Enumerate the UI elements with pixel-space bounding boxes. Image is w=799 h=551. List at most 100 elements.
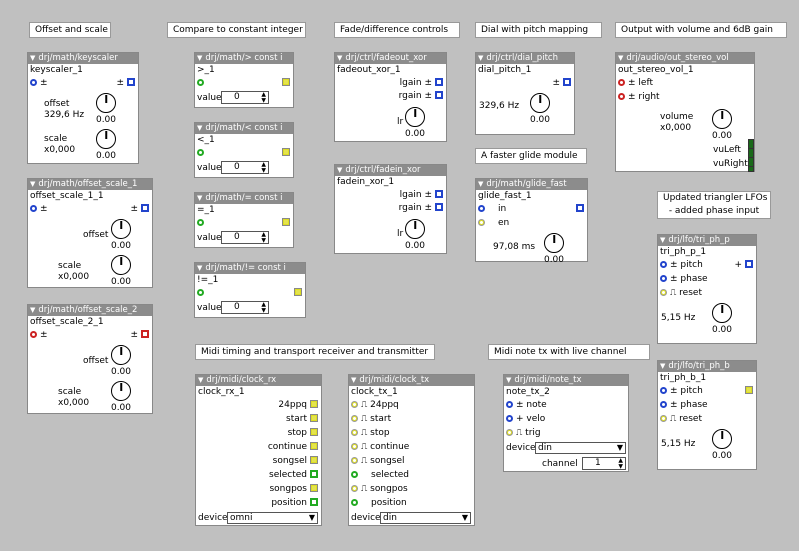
inlet-icon[interactable] [506,401,513,408]
object-header[interactable]: ▼ drj/ctrl/dial_pitch [476,53,574,64]
object-offset-scale-1[interactable]: ▼ drj/math/offset_scale_1 offset_scale_1_… [27,178,153,288]
collapse-icon[interactable]: ▼ [30,180,35,188]
inlet-icon[interactable] [197,289,204,296]
inlet-icon[interactable] [351,429,358,436]
collapse-icon[interactable]: ▼ [198,376,203,384]
object-header[interactable]: ▼ drj/math/!= const i [195,263,305,274]
collapse-icon[interactable]: ▼ [337,166,342,174]
outlet-row[interactable]: + [734,260,753,271]
object-tri-ph-b[interactable]: ▼ drj/lfo/tri_ph_b tri_ph_b_1 ± pitch ± p… [657,360,757,470]
instance-name[interactable]: tri_ph_b_1 [658,372,756,384]
inlet-row[interactable]: ⎍ continue [351,442,409,453]
inlet-icon[interactable] [506,429,513,436]
outlet-icon[interactable] [310,442,318,450]
instance-name[interactable]: tri_ph_p_1 [658,246,756,258]
inlet-icon[interactable] [478,205,485,212]
inlet-icon[interactable] [351,443,358,450]
collapse-icon[interactable]: ▼ [351,376,356,384]
outlet-icon[interactable] [435,91,443,99]
collapse-icon[interactable]: ▼ [197,264,202,272]
outlet-row[interactable]: ± [130,330,149,341]
object-header[interactable]: ▼ drj/math/keyscaler [28,53,138,64]
outlet-icon[interactable] [127,78,135,86]
spinner-arrows-icon[interactable]: ▲ ▼ [261,302,266,314]
phase-row[interactable]: ± phase [660,274,708,285]
inlet-row[interactable]: ⎍ 24ppq [351,400,399,411]
object-header[interactable]: ▼ drj/math/> const i [195,53,293,64]
device-dropdown[interactable]: din ▼ [380,512,471,524]
left-row[interactable]: ± left [618,78,653,89]
pitch-row[interactable]: ± pitch [660,260,703,271]
object-header[interactable]: ▼ drj/math/= const i [195,193,293,204]
outlet-icon[interactable] [282,78,290,86]
inlet-row[interactable]: ⎍ start [351,414,391,425]
collapse-icon[interactable]: ▼ [478,54,483,62]
object-fadein-xor[interactable]: ▼ drj/ctrl/fadein_xor fadein_xor_1 lgain … [334,164,447,254]
outlet-icon[interactable] [310,498,318,506]
instance-name[interactable]: >_1 [195,64,293,76]
instance-name[interactable]: =_1 [195,204,293,216]
instance-name[interactable]: offset_scale_2_1 [28,316,152,328]
inlet-icon[interactable] [351,457,358,464]
inlet-icon[interactable] [478,219,485,226]
outlet-row[interactable]: continue [268,442,318,453]
collapse-icon[interactable]: ▼ [30,306,35,314]
object-header[interactable]: ▼ drj/midi/clock_rx [196,375,321,386]
inlet-row[interactable] [197,218,207,229]
object-glide-fast[interactable]: ▼ drj/math/glide_fast glide_fast_1 in en … [475,178,588,265]
instance-name[interactable]: clock_rx_1 [196,386,321,398]
offset-knob[interactable] [111,345,131,365]
inlet-row[interactable]: selected [351,470,409,481]
inlet-icon[interactable] [618,93,625,100]
inlet-icon[interactable] [197,219,204,226]
inlet-row[interactable] [197,288,207,299]
object-header[interactable]: ▼ drj/lfo/tri_ph_b [658,361,756,372]
object-header[interactable]: ▼ drj/ctrl/fadein_xor [335,165,446,176]
outlet-row[interactable] [291,288,302,299]
inlet-icon[interactable] [660,261,667,268]
scale-knob[interactable] [111,255,131,275]
object-less-const[interactable]: ▼ drj/math/< const i <_1 value 0 ▲ ▼ [194,122,294,178]
outlet-row[interactable] [279,218,290,229]
outlet-row[interactable]: ± [116,78,135,89]
object-header[interactable]: ▼ drj/ctrl/fadeout_xor [335,53,446,64]
instance-name[interactable]: glide_fast_1 [476,190,587,202]
inlet-icon[interactable] [660,387,667,394]
lgain-row[interactable]: lgain ± [400,78,443,89]
inlet-icon[interactable] [351,415,358,422]
object-fadeout-xor[interactable]: ▼ drj/ctrl/fadeout_xor fadeout_xor_1 lgai… [334,52,447,142]
object-header[interactable]: ▼ drj/math/offset_scale_2 [28,305,152,316]
object-offset-scale-2[interactable]: ▼ drj/math/offset_scale_2 offset_scale_2_… [27,304,153,414]
time-knob[interactable] [544,233,564,253]
lr-knob[interactable] [405,107,425,127]
outlet-icon[interactable] [141,330,149,338]
pitch-row[interactable]: ± pitch [660,386,703,397]
outlet-row[interactable]: start [286,414,318,425]
outlet-icon[interactable] [141,204,149,212]
inlet-row[interactable]: ± [30,204,48,215]
volume-knob[interactable] [712,109,732,129]
object-header[interactable]: ▼ drj/math/< const i [195,123,293,134]
object-keyscaler[interactable]: ▼ drj/math/keyscaler keyscaler_1 ± ± offs… [27,52,139,164]
collapse-icon[interactable]: ▼ [660,236,665,244]
object-out-stereo-vol[interactable]: ▼ drj/audio/out_stereo_vol out_stereo_vol… [615,52,755,172]
inlet-icon[interactable] [660,415,667,422]
inlet-row[interactable] [197,78,207,89]
outlet-icon[interactable] [435,78,443,86]
outlet-icon[interactable] [435,190,443,198]
outlet-icon[interactable] [563,78,571,86]
object-header[interactable]: ▼ drj/midi/clock_tx [349,375,474,386]
inlet-icon[interactable] [660,289,667,296]
collapse-icon[interactable]: ▼ [30,54,35,62]
object-dial-pitch[interactable]: ▼ drj/ctrl/dial_pitch dial_pitch_1 ± 329,… [475,52,575,135]
object-note-tx[interactable]: ▼ drj/midi/note_tx note_tx_2 ± note + vel… [503,374,629,472]
trig-row[interactable]: ⎍ trig [506,428,541,439]
rgain-row[interactable]: rgain ± [399,91,443,102]
outlet-icon[interactable] [310,470,318,478]
inlet-icon[interactable] [30,79,37,86]
lgain-row[interactable]: lgain ± [400,190,443,201]
inlet-icon[interactable] [351,471,358,478]
instance-name[interactable]: clock_tx_1 [349,386,474,398]
object-header[interactable]: ▼ drj/math/offset_scale_1 [28,179,152,190]
inlet-row[interactable]: position [351,498,407,509]
